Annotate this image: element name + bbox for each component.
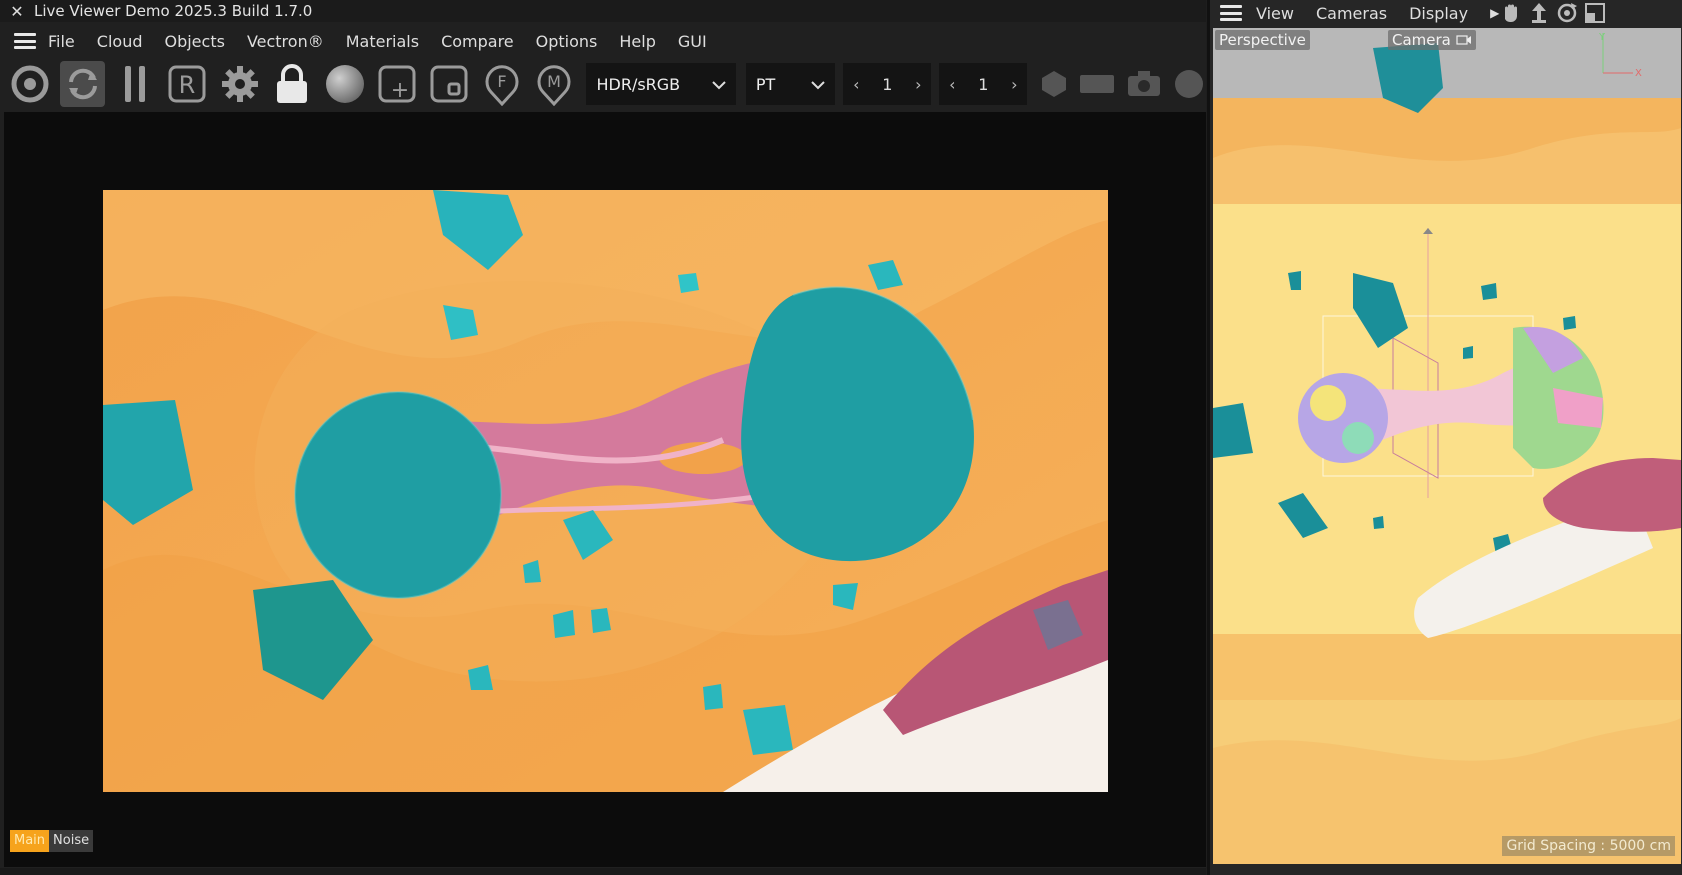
stepper-next-button[interactable]: › — [1001, 75, 1027, 94]
menu-objects[interactable]: Objects — [164, 32, 224, 51]
stepper-prev-button[interactable]: ‹ — [939, 75, 965, 94]
add-region-plus: + — [391, 78, 409, 103]
material-pin-letter: M — [547, 72, 561, 91]
main-menu-bar: File Cloud Objects Vectron® Materials Co… — [0, 26, 1206, 56]
hexagon-icon[interactable] — [1037, 61, 1070, 107]
menu-vectron[interactable]: Vectron® — [247, 32, 324, 51]
menu-compare[interactable]: Compare — [441, 32, 514, 51]
refresh-icon[interactable] — [60, 61, 105, 107]
hamburger-menu-icon[interactable] — [1220, 5, 1242, 21]
close-icon[interactable]: ✕ — [0, 2, 34, 21]
film-icon[interactable] — [1078, 61, 1117, 107]
gear-icon[interactable] — [218, 61, 262, 107]
camera-label[interactable]: Camera — [1388, 30, 1476, 50]
hand-pan-icon[interactable] — [1500, 2, 1522, 24]
title-bar: ✕ Live Viewer Demo 2025.3 Build 1.7.0 — [0, 0, 1206, 22]
stepper-prev-button[interactable]: ‹ — [843, 75, 869, 94]
menu-view[interactable]: View — [1256, 4, 1294, 23]
sphere-icon[interactable] — [322, 61, 366, 107]
stepper-value[interactable]: 1 — [869, 75, 905, 94]
material-pin-icon[interactable]: M — [532, 61, 576, 107]
axis-y-label: Y — [1598, 32, 1606, 43]
orbit-icon[interactable] — [1556, 2, 1578, 24]
chevron-down-icon — [712, 75, 726, 94]
status-strip — [0, 868, 1206, 875]
layer-stepper[interactable]: ‹ 1 › — [939, 63, 1028, 105]
camera-label-text: Camera — [1392, 31, 1451, 49]
menu-options[interactable]: Options — [536, 32, 598, 51]
render-image[interactable] — [103, 190, 1108, 792]
scene-viewport[interactable]: Y X Perspective Camera Grid Spacing : 50… — [1213, 28, 1681, 864]
frame-stepper[interactable]: ‹ 1 › — [843, 63, 932, 105]
color-space-value: HDR/sRGB — [596, 74, 681, 94]
axis-x-label: X — [1635, 68, 1642, 79]
more-arrow-icon[interactable]: ▶ — [1490, 6, 1499, 20]
focus-pin-icon[interactable]: F — [480, 61, 524, 107]
layout-icon[interactable] — [1584, 2, 1606, 24]
menu-cameras[interactable]: Cameras — [1316, 4, 1387, 23]
lock-icon[interactable] — [270, 61, 314, 107]
pause-icon[interactable] — [113, 61, 157, 107]
render-kernel-select[interactable]: PT — [745, 63, 836, 105]
live-viewer-panel: ✕ Live Viewer Demo 2025.3 Build 1.7.0 Fi… — [0, 0, 1206, 875]
perspective-label[interactable]: Perspective — [1215, 30, 1310, 50]
r-icon[interactable]: R — [165, 61, 209, 107]
menu-gui[interactable]: GUI — [678, 32, 707, 51]
stepper-next-button[interactable]: › — [905, 75, 931, 94]
viewport-menu-bar: View Cameras Display ▶ — [1210, 0, 1682, 26]
render-viewport[interactable]: Main Noise — [4, 112, 1206, 867]
menu-materials[interactable]: Materials — [346, 32, 419, 51]
add-region-icon[interactable]: + — [375, 61, 419, 107]
scene-viewport-panel: View Cameras Display ▶ Y X Perspective C… — [1207, 0, 1682, 875]
tab-main[interactable]: Main — [10, 830, 50, 852]
color-space-select[interactable]: HDR/sRGB — [586, 63, 736, 105]
render-toolbar: R + F M HDR/sRGB PT ‹ 1 › ‹ 1 › — [0, 58, 1206, 110]
menu-file[interactable]: File — [48, 32, 75, 51]
menu-display[interactable]: Display — [1409, 4, 1468, 23]
circle-icon[interactable] — [1171, 61, 1206, 107]
menu-cloud[interactable]: Cloud — [97, 32, 143, 51]
camera-icon — [1456, 31, 1472, 49]
r-icon-letter: R — [179, 71, 196, 99]
menu-help[interactable]: Help — [619, 32, 655, 51]
window-title: Live Viewer Demo 2025.3 Build 1.7.0 — [34, 2, 313, 20]
camera-icon[interactable] — [1125, 61, 1164, 107]
render-pass-tabs: Main Noise — [10, 830, 94, 852]
region-icon[interactable] — [427, 61, 471, 107]
chevron-down-icon — [811, 75, 826, 94]
hamburger-menu-icon[interactable] — [14, 33, 36, 49]
render-kernel-value: PT — [755, 74, 776, 94]
move-vertical-icon[interactable] — [1528, 2, 1550, 24]
grid-spacing-readout: Grid Spacing : 5000 cm — [1502, 836, 1675, 856]
stepper-value[interactable]: 1 — [965, 75, 1001, 94]
octane-logo-icon[interactable] — [8, 61, 52, 107]
focus-pin-letter: F — [497, 72, 506, 91]
tab-noise[interactable]: Noise — [49, 830, 94, 852]
